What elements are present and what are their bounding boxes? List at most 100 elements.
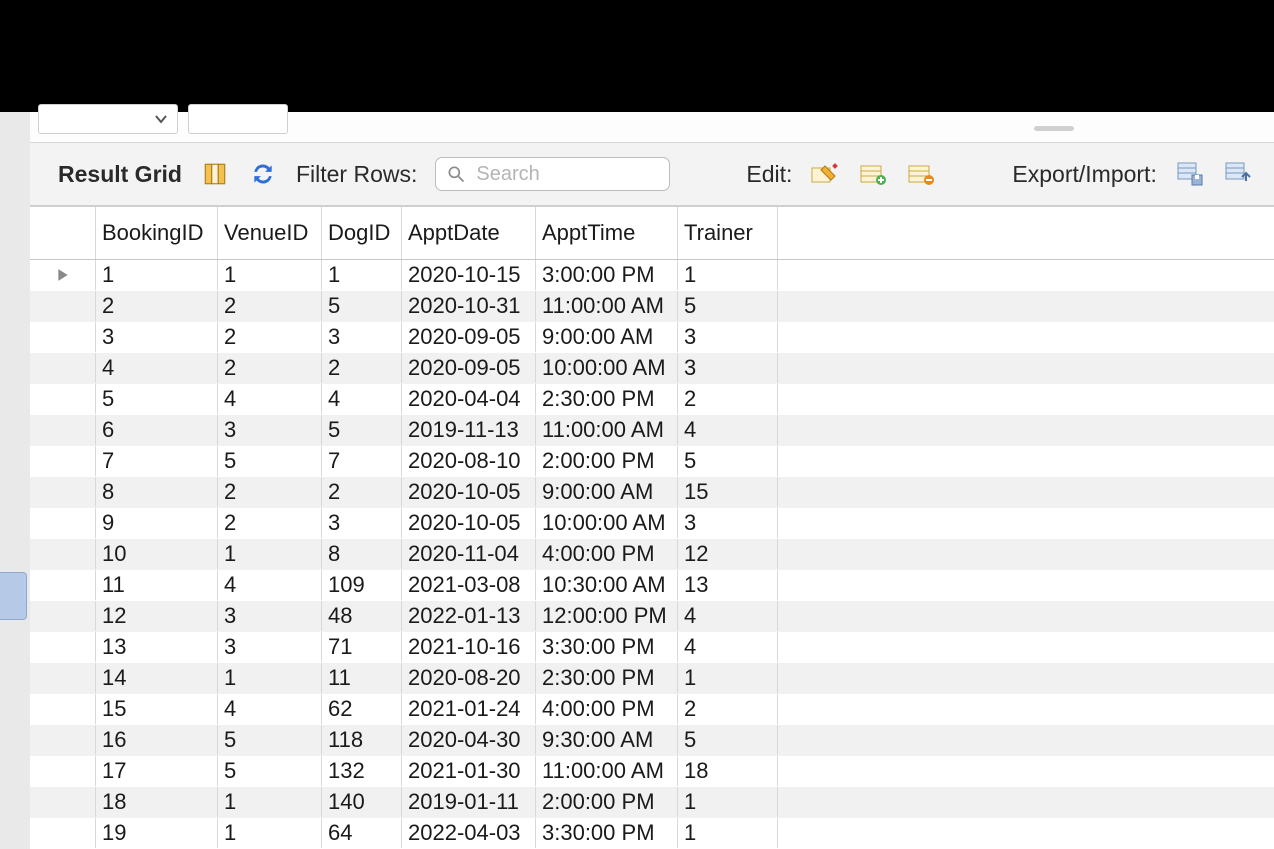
table-row[interactable]: 6352019-11-1311:00:00 AM4 [30,415,1274,446]
cell-bookingid[interactable]: 12 [96,601,218,631]
cell-appttime[interactable]: 10:00:00 AM [536,353,678,383]
import-icon[interactable] [1223,159,1253,189]
row-gutter[interactable] [30,322,96,352]
cell-trainer[interactable]: 3 [678,322,778,352]
cell-appttime[interactable]: 3:30:00 PM [536,818,678,848]
cell-apptdate[interactable]: 2019-01-11 [402,787,536,817]
grid-body[interactable]: 1112020-10-153:00:00 PM12252020-10-3111:… [30,260,1274,849]
left-sidebar-expand-handle[interactable] [0,572,27,620]
cell-venueid[interactable]: 3 [218,601,322,631]
cell-bookingid[interactable]: 3 [96,322,218,352]
row-gutter[interactable] [30,725,96,755]
cell-bookingid[interactable]: 19 [96,818,218,848]
cell-venueid[interactable]: 3 [218,632,322,662]
cell-apptdate[interactable]: 2020-04-30 [402,725,536,755]
cell-bookingid[interactable]: 10 [96,539,218,569]
cell-trainer[interactable]: 5 [678,725,778,755]
cell-apptdate[interactable]: 2022-01-13 [402,601,536,631]
cell-appttime[interactable]: 3:30:00 PM [536,632,678,662]
table-row[interactable]: 141112020-08-202:30:00 PM1 [30,663,1274,694]
table-row[interactable]: 133712021-10-163:30:00 PM4 [30,632,1274,663]
cell-dogid[interactable]: 2 [322,477,402,507]
cell-apptdate[interactable]: 2020-08-10 [402,446,536,476]
cell-venueid[interactable]: 2 [218,291,322,321]
table-row[interactable]: 3232020-09-059:00:00 AM3 [30,322,1274,353]
cell-appttime[interactable]: 2:30:00 PM [536,384,678,414]
cell-venueid[interactable]: 2 [218,477,322,507]
cell-venueid[interactable]: 4 [218,570,322,600]
cell-appttime[interactable]: 11:00:00 AM [536,756,678,786]
col-header-venueid[interactable]: VenueID [218,207,322,259]
cell-dogid[interactable]: 1 [322,260,402,290]
cell-appttime[interactable]: 9:30:00 AM [536,725,678,755]
cell-dogid[interactable]: 2 [322,353,402,383]
cell-bookingid[interactable]: 4 [96,353,218,383]
cell-apptdate[interactable]: 2020-09-05 [402,322,536,352]
cell-apptdate[interactable]: 2020-11-04 [402,539,536,569]
cell-appttime[interactable]: 2:00:00 PM [536,446,678,476]
cell-dogid[interactable]: 132 [322,756,402,786]
row-gutter[interactable] [30,756,96,786]
cell-dogid[interactable]: 3 [322,508,402,538]
row-gutter[interactable] [30,477,96,507]
row-gutter[interactable] [30,260,96,290]
cell-apptdate[interactable]: 2020-10-31 [402,291,536,321]
cell-trainer[interactable]: 4 [678,632,778,662]
edit-row-icon[interactable] [810,159,840,189]
cell-trainer[interactable]: 1 [678,663,778,693]
toggle-grid-icon[interactable] [200,159,230,189]
table-row[interactable]: 1112020-10-153:00:00 PM1 [30,260,1274,291]
row-gutter[interactable] [30,384,96,414]
cell-venueid[interactable]: 1 [218,787,322,817]
row-gutter[interactable] [30,539,96,569]
row-gutter[interactable] [30,446,96,476]
grid-corner[interactable] [30,207,96,259]
table-row[interactable]: 4222020-09-0510:00:00 AM3 [30,353,1274,384]
row-gutter[interactable] [30,663,96,693]
cell-apptdate[interactable]: 2021-10-16 [402,632,536,662]
table-row[interactable]: 10182020-11-044:00:00 PM12 [30,539,1274,570]
row-gutter[interactable] [30,694,96,724]
cell-dogid[interactable]: 3 [322,322,402,352]
cell-appttime[interactable]: 3:00:00 PM [536,260,678,290]
cell-bookingid[interactable]: 7 [96,446,218,476]
col-header-trainer[interactable]: Trainer [678,207,778,259]
cell-venueid[interactable]: 1 [218,260,322,290]
cell-dogid[interactable]: 140 [322,787,402,817]
cell-apptdate[interactable]: 2021-03-08 [402,570,536,600]
cell-trainer[interactable]: 4 [678,601,778,631]
cell-dogid[interactable]: 64 [322,818,402,848]
cell-trainer[interactable]: 5 [678,446,778,476]
cell-trainer[interactable]: 3 [678,508,778,538]
cell-trainer[interactable]: 12 [678,539,778,569]
col-header-apptdate[interactable]: ApptDate [402,207,536,259]
cell-apptdate[interactable]: 2020-10-05 [402,477,536,507]
pane-resize-handle[interactable] [1034,126,1074,131]
cell-dogid[interactable]: 5 [322,291,402,321]
cell-venueid[interactable]: 4 [218,694,322,724]
add-row-icon[interactable] [858,159,888,189]
row-gutter[interactable] [30,508,96,538]
cell-apptdate[interactable]: 2020-09-05 [402,353,536,383]
cell-trainer[interactable]: 1 [678,787,778,817]
cell-bookingid[interactable]: 1 [96,260,218,290]
filter-rows-search[interactable] [435,157,670,191]
cell-apptdate[interactable]: 2019-11-13 [402,415,536,445]
cell-bookingid[interactable]: 9 [96,508,218,538]
table-row[interactable]: 123482022-01-1312:00:00 PM4 [30,601,1274,632]
cell-dogid[interactable]: 62 [322,694,402,724]
cell-dogid[interactable]: 11 [322,663,402,693]
table-row[interactable]: 1651182020-04-309:30:00 AM5 [30,725,1274,756]
cell-bookingid[interactable]: 15 [96,694,218,724]
cell-venueid[interactable]: 3 [218,415,322,445]
cell-venueid[interactable]: 1 [218,663,322,693]
table-row[interactable]: 9232020-10-0510:00:00 AM3 [30,508,1274,539]
col-header-appttime[interactable]: ApptTime [536,207,678,259]
table-row[interactable]: 8222020-10-059:00:00 AM15 [30,477,1274,508]
cell-apptdate[interactable]: 2020-10-15 [402,260,536,290]
cell-dogid[interactable]: 8 [322,539,402,569]
cell-venueid[interactable]: 2 [218,353,322,383]
table-row[interactable]: 1811402019-01-112:00:00 PM1 [30,787,1274,818]
cell-trainer[interactable]: 4 [678,415,778,445]
cell-apptdate[interactable]: 2022-04-03 [402,818,536,848]
